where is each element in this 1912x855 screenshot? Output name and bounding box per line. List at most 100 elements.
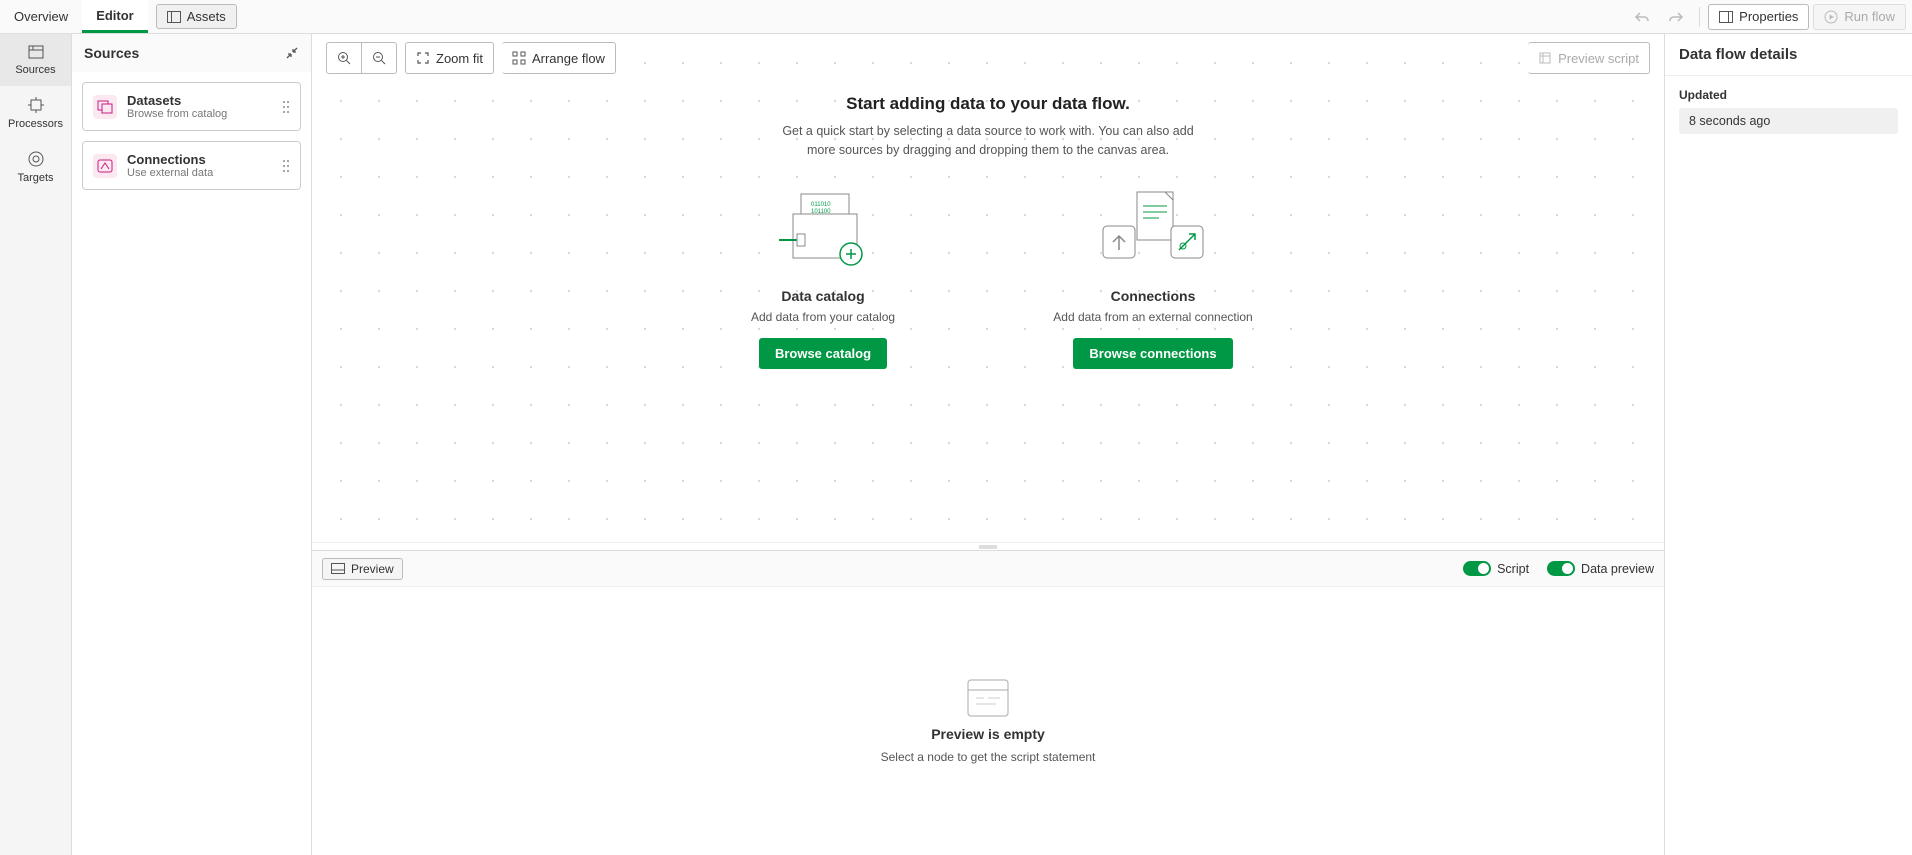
properties-label: Properties: [1739, 9, 1798, 24]
preview-toggle-button[interactable]: Preview: [322, 558, 403, 580]
browse-catalog-button[interactable]: Browse catalog: [759, 338, 887, 369]
option-connections-title: Connections: [1111, 288, 1196, 304]
zoom-fit-label: Zoom fit: [436, 51, 483, 66]
preview-script-label: Preview script: [1558, 51, 1639, 66]
fullscreen-icon: [416, 51, 430, 65]
script-icon: [1538, 51, 1552, 65]
top-bar: Overview Editor Assets Properties Run f: [0, 0, 1912, 34]
tab-editor[interactable]: Editor: [82, 0, 148, 33]
assets-label: Assets: [187, 9, 226, 24]
tab-overview[interactable]: Overview: [0, 0, 82, 33]
zoom-fit-button[interactable]: Zoom fit: [405, 42, 494, 74]
details-panel-title: Data flow details: [1665, 34, 1912, 76]
arrange-icon: [512, 51, 526, 65]
canvas[interactable]: Zoom fit Arrange flow Preview script Sta…: [312, 34, 1664, 542]
data-catalog-illustration: 011010 101100: [773, 184, 873, 274]
nav-processors-label: Processors: [8, 118, 63, 130]
nav-sources-label: Sources: [15, 64, 55, 76]
source-card-list: Datasets Browse from catalog Connections…: [72, 72, 311, 200]
option-data-catalog-title: Data catalog: [781, 288, 864, 304]
card-datasets-title: Datasets: [127, 93, 272, 108]
undo-button[interactable]: [1627, 4, 1657, 30]
details-panel: Data flow details Updated 8 seconds ago: [1664, 34, 1912, 855]
card-connections[interactable]: Connections Use external data: [82, 141, 301, 190]
nav-targets-label: Targets: [17, 172, 53, 184]
details-panel-body: Updated 8 seconds ago: [1665, 76, 1912, 146]
card-datasets-sub: Browse from catalog: [127, 108, 272, 120]
zoom-out-icon: [372, 51, 386, 65]
browse-connections-button[interactable]: Browse connections: [1073, 338, 1232, 369]
preview-header: Preview Script Data preview: [312, 551, 1664, 587]
svg-text:101100: 101100: [811, 209, 831, 215]
drag-handle-icon[interactable]: [282, 100, 290, 114]
canvas-column: Zoom fit Arrange flow Preview script Sta…: [312, 34, 1664, 855]
preview-toggle-label: Preview: [351, 562, 394, 576]
empty-desc: Get a quick start by selecting a data so…: [773, 122, 1203, 160]
card-datasets-text: Datasets Browse from catalog: [127, 93, 272, 120]
zoom-in-button[interactable]: [326, 42, 362, 74]
connections-illustration: [1093, 184, 1213, 274]
zoom-out-button[interactable]: [362, 42, 397, 74]
toggle-data-preview-switch[interactable]: [1547, 561, 1575, 576]
canvas-toolbar: Zoom fit Arrange flow: [326, 42, 616, 74]
left-panel-title: Sources: [84, 45, 139, 61]
preview-empty-icon: [966, 678, 1010, 718]
nav-processors[interactable]: Processors: [0, 86, 71, 140]
chip-icon: [27, 96, 45, 114]
toggle-data-preview-label: Data preview: [1581, 562, 1654, 576]
collapse-icon[interactable]: [285, 46, 299, 60]
card-connections-title: Connections: [127, 152, 272, 167]
card-connections-sub: Use external data: [127, 167, 272, 179]
toggle-data-preview: Data preview: [1547, 561, 1654, 576]
main-layout: Sources Processors Targets Sources: [0, 34, 1912, 855]
zoom-in-icon: [337, 51, 351, 65]
runflow-label: Run flow: [1844, 9, 1895, 24]
option-connections-desc: Add data from an external connection: [1053, 310, 1252, 324]
arrange-flow-label: Arrange flow: [532, 51, 605, 66]
nav-sources[interactable]: Sources: [0, 34, 71, 86]
drag-handle-icon[interactable]: [282, 159, 290, 173]
play-circle-icon: [1824, 10, 1838, 24]
preview-empty-sub: Select a node to get the script statemen…: [881, 750, 1096, 764]
run-flow-button[interactable]: Run flow: [1813, 4, 1906, 30]
svg-text:011010: 011010: [811, 202, 831, 208]
details-updated-value: 8 seconds ago: [1679, 108, 1898, 134]
details-updated-label: Updated: [1679, 88, 1898, 102]
toggle-script-label: Script: [1497, 562, 1529, 576]
empty-title: Start adding data to your data flow.: [638, 94, 1338, 114]
divider: [1699, 7, 1700, 27]
toggle-script: Script: [1463, 561, 1529, 576]
empty-state: Start adding data to your data flow. Get…: [638, 94, 1338, 369]
canvas-toolbar-right: Preview script: [1528, 42, 1650, 74]
empty-options: 011010 101100 Data catalog Add data from…: [638, 184, 1338, 369]
panel-right-icon: [1719, 11, 1733, 23]
left-panel-header: Sources: [72, 34, 311, 72]
option-data-catalog: 011010 101100 Data catalog Add data from…: [703, 184, 943, 369]
card-datasets[interactable]: Datasets Browse from catalog: [82, 82, 301, 131]
panel-left-icon: [167, 11, 181, 23]
preview-script-button[interactable]: Preview script: [1528, 42, 1650, 74]
target-icon: [27, 150, 45, 168]
option-connections: Connections Add data from an external co…: [1033, 184, 1273, 369]
datasets-icon: [93, 95, 117, 119]
arrange-flow-button[interactable]: Arrange flow: [502, 42, 616, 74]
connections-icon: [93, 154, 117, 178]
resize-grip[interactable]: [312, 542, 1664, 550]
preview-panel: Preview Script Data preview: [312, 550, 1664, 855]
card-connections-text: Connections Use external data: [127, 152, 272, 179]
preview-empty-title: Preview is empty: [931, 726, 1045, 742]
option-data-catalog-desc: Add data from your catalog: [751, 310, 895, 324]
toggle-script-switch[interactable]: [1463, 561, 1491, 576]
nav-targets[interactable]: Targets: [0, 140, 71, 194]
redo-button[interactable]: [1661, 4, 1691, 30]
top-tabs: Overview Editor Assets: [0, 0, 245, 33]
properties-button[interactable]: Properties: [1708, 4, 1809, 30]
left-panel: Sources Datasets Browse from catalog: [72, 34, 312, 855]
preview-toggles: Script Data preview: [1463, 561, 1654, 576]
panel-bottom-icon: [331, 563, 345, 574]
nav-rail: Sources Processors Targets: [0, 34, 72, 855]
database-icon: [27, 44, 45, 60]
assets-button[interactable]: Assets: [156, 4, 237, 29]
top-right-actions: Properties Run flow: [1627, 0, 1912, 33]
preview-body: Preview is empty Select a node to get th…: [312, 587, 1664, 855]
